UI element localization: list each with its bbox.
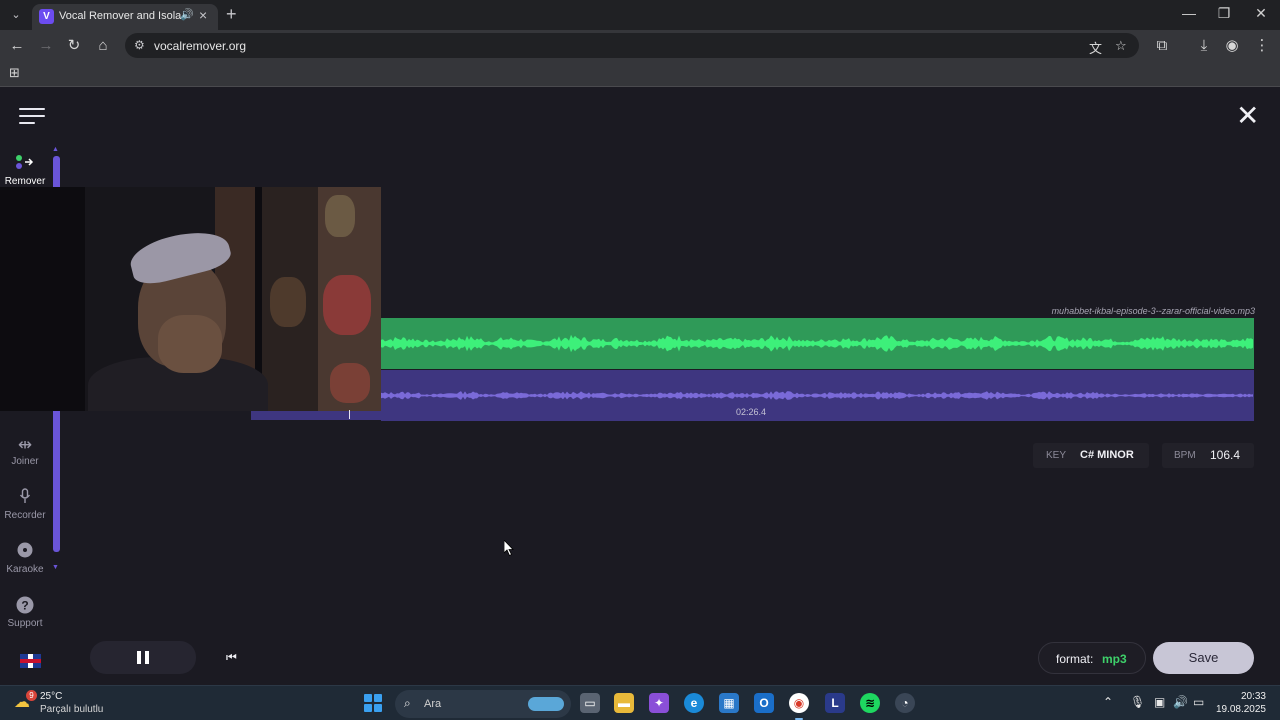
video-preview[interactable] xyxy=(0,187,381,411)
translate-icon[interactable]: 文 xyxy=(1089,38,1102,57)
weather-temp[interactable]: 25°C xyxy=(40,691,62,702)
windows-taskbar: ☁ 9 25°C Parçalı bulutlu ⌕ Ara ▭ ▬ ✦ e ▦… xyxy=(0,685,1280,720)
taskbar-search[interactable]: ⌕ Ara xyxy=(395,690,571,718)
microphone-icon xyxy=(0,488,50,510)
key-display: KEY C# MINOR xyxy=(1033,443,1149,468)
language-flag-icon[interactable] xyxy=(20,654,41,668)
browser-tab-strip: ⌄ V Vocal Remover and Isolation 🔊 × + — … xyxy=(0,0,1280,30)
sidebar-item-label: Karaoke xyxy=(6,564,44,575)
bpm-value: 106.4 xyxy=(1210,448,1241,462)
music-track[interactable] xyxy=(381,318,1254,369)
copilot-icon[interactable]: ✦ xyxy=(649,693,669,713)
profile-avatar-icon[interactable]: ◉ xyxy=(1222,36,1242,56)
edge-icon[interactable]: e xyxy=(684,693,704,713)
spotify-icon[interactable]: ≋ xyxy=(860,693,880,713)
remover-icon xyxy=(0,154,50,176)
site-info-icon[interactable]: ⚙ xyxy=(134,38,145,52)
current-time: 02:26.4 xyxy=(736,407,767,417)
downloads-icon[interactable]: ⤓ xyxy=(1194,36,1214,56)
outlook-icon[interactable]: O xyxy=(754,693,774,713)
site-favicon-icon: V xyxy=(39,9,54,24)
back-icon[interactable]: ← xyxy=(7,36,27,56)
task-view-icon[interactable]: ▭ xyxy=(580,693,600,713)
browser-tab[interactable]: V Vocal Remover and Isolation 🔊 × xyxy=(32,4,218,30)
sidebar-item-remover[interactable]: Remover xyxy=(0,154,50,187)
clock-time[interactable]: 20:33 xyxy=(1226,691,1266,702)
windows-start-icon[interactable] xyxy=(364,694,382,712)
pause-icon xyxy=(137,651,150,664)
format-label: format: xyxy=(1056,652,1094,666)
tab-close-icon[interactable]: × xyxy=(199,7,207,23)
battery-icon[interactable]: ▭ xyxy=(1193,695,1204,709)
sidebar-item-label: Remover xyxy=(4,176,46,187)
weather-badge: 9 xyxy=(26,690,37,701)
sidebar-item-karaoke[interactable]: Karaoke xyxy=(0,542,50,575)
bpm-label: BPM xyxy=(1174,450,1196,461)
weather-desc[interactable]: Parçalı bulutlu xyxy=(40,704,103,715)
format-selector[interactable]: format: mp3 xyxy=(1038,642,1146,674)
save-button[interactable]: Save xyxy=(1153,642,1254,674)
disc-icon xyxy=(0,542,50,564)
restore-icon[interactable]: ❐ xyxy=(1209,5,1239,22)
format-value: mp3 xyxy=(1102,652,1127,666)
playhead[interactable] xyxy=(349,410,351,419)
scroll-down-icon[interactable]: ▼ xyxy=(52,564,59,571)
bookmarks-bar: ⊞ xyxy=(0,60,1280,87)
network-icon[interactable]: ▣ xyxy=(1154,695,1165,709)
search-placeholder: Ara xyxy=(424,698,442,710)
tab-search-icon[interactable]: ⌄ xyxy=(6,6,26,24)
svg-text:?: ? xyxy=(21,599,28,613)
reload-icon[interactable]: ↻ xyxy=(64,36,84,56)
sidebar-item-support[interactable]: ? Support xyxy=(0,596,50,629)
address-bar[interactable]: ⚙ vocalremover.org 文 ☆ xyxy=(125,33,1139,58)
l-app-icon[interactable]: L xyxy=(825,693,845,713)
home-icon[interactable]: ⌂ xyxy=(93,36,113,56)
bookmark-star-icon[interactable]: ☆ xyxy=(1115,38,1127,54)
bpm-display: BPM 106.4 xyxy=(1162,443,1254,468)
url-text[interactable]: vocalremover.org xyxy=(154,39,246,53)
close-editor-icon[interactable]: ✕ xyxy=(1236,102,1259,130)
tab-title: Vocal Remover and Isolation xyxy=(59,10,181,22)
app-page: ▲ ▼ Remover ⇹ Joiner Recorder Karaoke ? … xyxy=(0,88,1280,685)
window-close-icon[interactable]: ✕ xyxy=(1246,5,1276,22)
volume-icon[interactable]: 🔊 xyxy=(1173,695,1188,709)
clock-date[interactable]: 19.08.2025 xyxy=(1210,704,1266,715)
extensions-icon[interactable]: ⧉ xyxy=(1152,36,1172,56)
hamburger-menu-icon[interactable] xyxy=(19,108,45,126)
joiner-icon: ⇹ xyxy=(17,435,33,454)
app-badge-icon[interactable]: ◔ xyxy=(895,693,915,713)
forward-icon[interactable]: → xyxy=(36,36,56,56)
scroll-up-icon[interactable]: ▲ xyxy=(52,146,59,153)
play-pause-button[interactable] xyxy=(90,641,196,674)
skip-to-start-icon[interactable]: ⏮ xyxy=(226,650,237,665)
browser-toolbar: ← → ↻ ⌂ ⚙ vocalremover.org 文 ☆ ⧉ ⤓ ◉ ⋮ xyxy=(0,30,1280,60)
show-hidden-icons-icon[interactable]: ⌃ xyxy=(1103,695,1113,709)
apps-grid-icon[interactable]: ⊞ xyxy=(9,65,20,81)
mouse-cursor-icon xyxy=(504,540,514,556)
search-icon: ⌕ xyxy=(404,696,411,710)
new-tab-button[interactable]: + xyxy=(226,4,237,25)
chrome-icon[interactable]: ◉ xyxy=(789,693,809,713)
sidebar-item-label: Joiner xyxy=(11,456,39,467)
sidebar-item-recorder[interactable]: Recorder xyxy=(0,488,50,521)
help-icon: ? xyxy=(0,596,50,618)
sidebar-item-label: Recorder xyxy=(4,510,46,521)
key-value: C# MINOR xyxy=(1080,449,1134,461)
minimize-icon[interactable]: — xyxy=(1174,5,1204,21)
search-highlight-icon xyxy=(528,697,564,711)
music-waveform xyxy=(381,334,1253,353)
speaker-icon[interactable]: 🔊 xyxy=(180,8,194,21)
file-explorer-icon[interactable]: ▬ xyxy=(614,693,634,713)
key-label: KEY xyxy=(1046,450,1067,461)
microsoft-store-icon[interactable]: ▦ xyxy=(719,693,739,713)
browser-menu-icon[interactable]: ⋮ xyxy=(1252,36,1272,56)
microphone-tray-icon[interactable]: 🎙 xyxy=(1130,695,1145,709)
sidebar-item-joiner[interactable]: ⇹ Joiner xyxy=(0,434,50,467)
track-filename: muhabbet-ikbal-episode-3--zarar-official… xyxy=(1051,306,1255,316)
sidebar-item-label: Support xyxy=(7,618,43,629)
